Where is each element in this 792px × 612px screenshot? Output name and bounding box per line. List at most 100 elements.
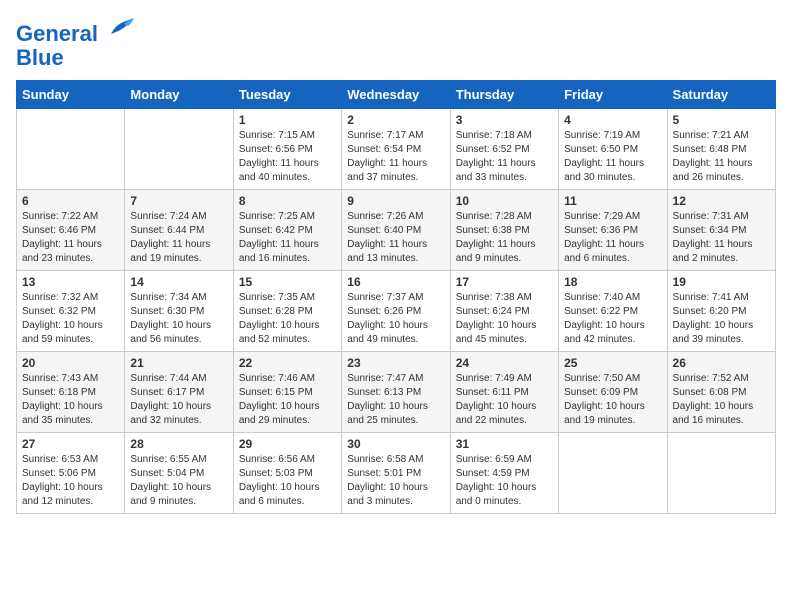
column-header-friday: Friday [559, 81, 667, 109]
day-cell: 5 Sunrise: 7:21 AM Sunset: 6:48 PM Daylig… [667, 109, 775, 190]
day-info: Sunrise: 7:34 AM Sunset: 6:30 PM Dayligh… [130, 291, 227, 347]
day-cell: 9Sunrise: 7:26 AM Sunset: 6:40 PM Daylig… [342, 190, 450, 271]
day-number: 25 [564, 356, 661, 370]
day-number: 24 [456, 356, 553, 370]
day-cell: 3Sunrise: 7:18 AM Sunset: 6:52 PM Daylig… [450, 109, 558, 190]
page-header: General Blue [16, 16, 776, 70]
day-info: Sunrise: 7:15 AM Sunset: 6:56 PM Dayligh… [239, 129, 336, 185]
week-row-5: 27 Sunrise: 6:53 AM Sunset: 5:06 PM Dayli… [17, 433, 776, 514]
day-info: Sunrise: 7:47 AM Sunset: 6:13 PM Dayligh… [347, 372, 444, 428]
logo-blue: Blue [16, 45, 64, 70]
day-number: 23 [347, 356, 444, 370]
day-number: 18 [564, 275, 661, 289]
calendar-table: SundayMondayTuesdayWednesdayThursdayFrid… [16, 80, 776, 514]
day-number: 6 [22, 194, 119, 208]
day-number: 9 [347, 194, 444, 208]
day-number: 10 [456, 194, 553, 208]
day-cell: 4 Sunrise: 7:19 AM Sunset: 6:50 PM Daylig… [559, 109, 667, 190]
day-number: 8 [239, 194, 336, 208]
day-number: 21 [130, 356, 227, 370]
day-info: Sunrise: 7:50 AM Sunset: 6:09 PM Dayligh… [564, 372, 661, 428]
day-cell: 7Sunrise: 7:24 AM Sunset: 6:44 PM Daylig… [125, 190, 233, 271]
week-row-2: 6 Sunrise: 7:22 AM Sunset: 6:46 PM Daylig… [17, 190, 776, 271]
day-info: Sunrise: 6:56 AM Sunset: 5:03 PM Dayligh… [239, 453, 336, 509]
day-cell: 27 Sunrise: 6:53 AM Sunset: 5:06 PM Dayli… [17, 433, 125, 514]
day-number: 29 [239, 437, 336, 451]
day-cell: 8 Sunrise: 7:25 AM Sunset: 6:42 PM Daylig… [233, 190, 341, 271]
day-info: Sunrise: 7:40 AM Sunset: 6:22 PM Dayligh… [564, 291, 661, 347]
day-cell: 23 Sunrise: 7:47 AM Sunset: 6:13 PM Dayli… [342, 352, 450, 433]
day-info: Sunrise: 7:24 AM Sunset: 6:44 PM Dayligh… [130, 210, 227, 266]
day-info: Sunrise: 7:52 AM Sunset: 6:08 PM Dayligh… [673, 372, 770, 428]
day-cell: 30 Sunrise: 6:58 AM Sunset: 5:01 PM Dayli… [342, 433, 450, 514]
day-info: Sunrise: 7:46 AM Sunset: 6:15 PM Dayligh… [239, 372, 336, 428]
day-number: 13 [22, 275, 119, 289]
day-cell: 19 Sunrise: 7:41 AM Sunset: 6:20 PM Dayli… [667, 271, 775, 352]
day-number: 27 [22, 437, 119, 451]
day-info: Sunrise: 6:53 AM Sunset: 5:06 PM Dayligh… [22, 453, 119, 509]
week-row-1: 1 Sunrise: 7:15 AM Sunset: 6:56 PM Daylig… [17, 109, 776, 190]
day-cell: 17 Sunrise: 7:38 AM Sunset: 6:24 PM Dayli… [450, 271, 558, 352]
column-header-tuesday: Tuesday [233, 81, 341, 109]
day-info: Sunrise: 7:17 AM Sunset: 6:54 PM Dayligh… [347, 129, 444, 185]
day-info: Sunrise: 7:49 AM Sunset: 6:11 PM Dayligh… [456, 372, 553, 428]
day-cell: 6 Sunrise: 7:22 AM Sunset: 6:46 PM Daylig… [17, 190, 125, 271]
day-number: 1 [239, 113, 336, 127]
day-number: 31 [456, 437, 553, 451]
logo: General Blue [16, 16, 136, 70]
day-info: Sunrise: 7:29 AM Sunset: 6:36 PM Dayligh… [564, 210, 661, 266]
day-cell: 28Sunrise: 6:55 AM Sunset: 5:04 PM Dayli… [125, 433, 233, 514]
day-cell: 22 Sunrise: 7:46 AM Sunset: 6:15 PM Dayli… [233, 352, 341, 433]
day-cell: 14 Sunrise: 7:34 AM Sunset: 6:30 PM Dayli… [125, 271, 233, 352]
column-header-sunday: Sunday [17, 81, 125, 109]
day-info: Sunrise: 7:44 AM Sunset: 6:17 PM Dayligh… [130, 372, 227, 428]
day-cell: 11 Sunrise: 7:29 AM Sunset: 6:36 PM Dayli… [559, 190, 667, 271]
day-cell: 15Sunrise: 7:35 AM Sunset: 6:28 PM Dayli… [233, 271, 341, 352]
day-info: Sunrise: 7:41 AM Sunset: 6:20 PM Dayligh… [673, 291, 770, 347]
day-cell: 10 Sunrise: 7:28 AM Sunset: 6:38 PM Dayli… [450, 190, 558, 271]
day-cell: 12 Sunrise: 7:31 AM Sunset: 6:34 PM Dayli… [667, 190, 775, 271]
day-number: 3 [456, 113, 553, 127]
header-row: SundayMondayTuesdayWednesdayThursdayFrid… [17, 81, 776, 109]
day-number: 16 [347, 275, 444, 289]
day-cell: 16 Sunrise: 7:37 AM Sunset: 6:26 PM Dayli… [342, 271, 450, 352]
day-info: Sunrise: 7:19 AM Sunset: 6:50 PM Dayligh… [564, 129, 661, 185]
day-info: Sunrise: 7:25 AM Sunset: 6:42 PM Dayligh… [239, 210, 336, 266]
day-number: 26 [673, 356, 770, 370]
day-number: 11 [564, 194, 661, 208]
day-cell: 20Sunrise: 7:43 AM Sunset: 6:18 PM Dayli… [17, 352, 125, 433]
day-info: Sunrise: 7:31 AM Sunset: 6:34 PM Dayligh… [673, 210, 770, 266]
day-cell: 24 Sunrise: 7:49 AM Sunset: 6:11 PM Dayli… [450, 352, 558, 433]
day-info: Sunrise: 7:35 AM Sunset: 6:28 PM Dayligh… [239, 291, 336, 347]
day-number: 12 [673, 194, 770, 208]
day-number: 22 [239, 356, 336, 370]
day-cell [17, 109, 125, 190]
day-info: Sunrise: 6:58 AM Sunset: 5:01 PM Dayligh… [347, 453, 444, 509]
day-number: 14 [130, 275, 227, 289]
logo-bird-icon [106, 16, 136, 41]
day-number: 30 [347, 437, 444, 451]
day-info: Sunrise: 6:59 AM Sunset: 4:59 PM Dayligh… [456, 453, 553, 509]
day-number: 5 [673, 113, 770, 127]
day-info: Sunrise: 7:22 AM Sunset: 6:46 PM Dayligh… [22, 210, 119, 266]
day-cell [559, 433, 667, 514]
day-cell: 2Sunrise: 7:17 AM Sunset: 6:54 PM Daylig… [342, 109, 450, 190]
day-info: Sunrise: 7:28 AM Sunset: 6:38 PM Dayligh… [456, 210, 553, 266]
column-header-thursday: Thursday [450, 81, 558, 109]
day-info: Sunrise: 7:38 AM Sunset: 6:24 PM Dayligh… [456, 291, 553, 347]
day-cell: 25 Sunrise: 7:50 AM Sunset: 6:09 PM Dayli… [559, 352, 667, 433]
logo-general: General [16, 21, 98, 46]
day-number: 17 [456, 275, 553, 289]
day-cell: 13 Sunrise: 7:32 AM Sunset: 6:32 PM Dayli… [17, 271, 125, 352]
day-cell: 29 Sunrise: 6:56 AM Sunset: 5:03 PM Dayli… [233, 433, 341, 514]
day-info: Sunrise: 7:37 AM Sunset: 6:26 PM Dayligh… [347, 291, 444, 347]
day-info: Sunrise: 7:43 AM Sunset: 6:18 PM Dayligh… [22, 372, 119, 428]
day-cell [667, 433, 775, 514]
day-cell: 21 Sunrise: 7:44 AM Sunset: 6:17 PM Dayli… [125, 352, 233, 433]
day-info: Sunrise: 7:21 AM Sunset: 6:48 PM Dayligh… [673, 129, 770, 185]
day-number: 19 [673, 275, 770, 289]
day-info: Sunrise: 7:32 AM Sunset: 6:32 PM Dayligh… [22, 291, 119, 347]
day-cell: 31 Sunrise: 6:59 AM Sunset: 4:59 PM Dayli… [450, 433, 558, 514]
day-number: 4 [564, 113, 661, 127]
column-header-wednesday: Wednesday [342, 81, 450, 109]
